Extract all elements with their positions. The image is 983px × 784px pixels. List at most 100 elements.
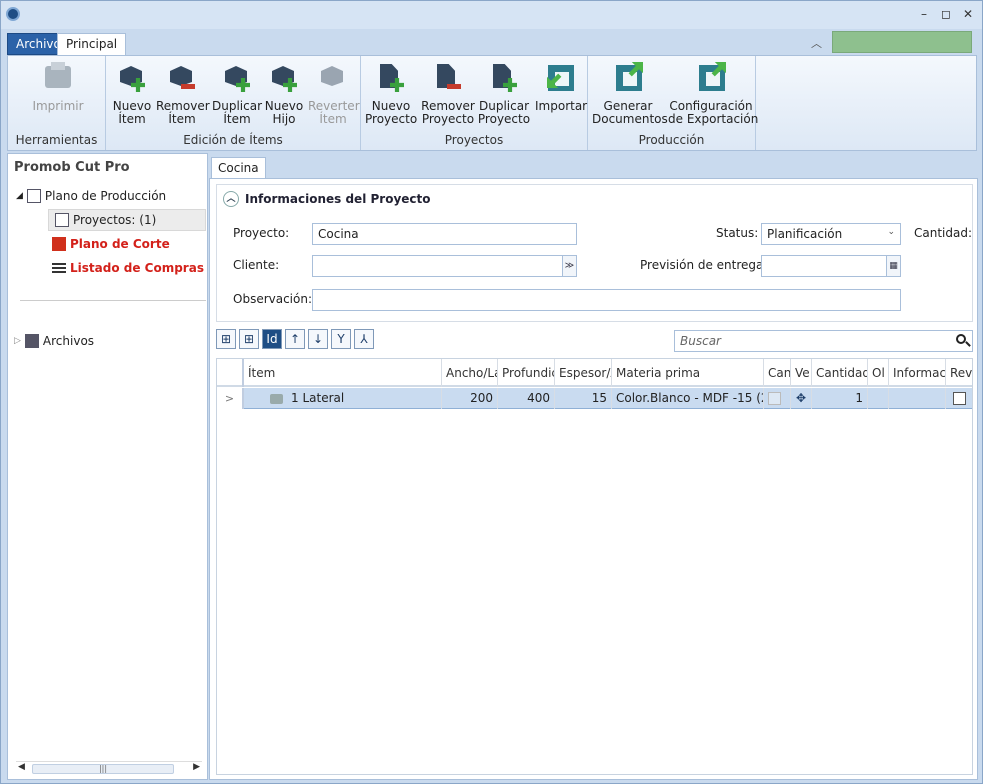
new-item-button[interactable]: Nuevo Ítem [110, 62, 154, 126]
cell-item[interactable]: 1 Lateral [244, 388, 442, 409]
cell-rev[interactable] [946, 388, 972, 409]
col-materia-prima[interactable]: Materia prima [612, 359, 764, 387]
new-child-icon [269, 62, 299, 94]
status-label: Status: [716, 226, 759, 240]
proyecto-input[interactable]: Cocina [312, 223, 577, 245]
close-button[interactable]: ✕ [962, 7, 974, 21]
main-content: ︿ Informaciones del Proyecto Proyecto: C… [209, 178, 978, 780]
duplicate-project-icon [489, 62, 519, 94]
app-window: – ◻ ✕ Archivo Principal ︿ Imprimir Herra… [0, 0, 983, 784]
observacion-input[interactable] [312, 289, 901, 311]
cantidad-label: Cantidad: [914, 226, 973, 240]
col-informacion[interactable]: Informaci [889, 359, 946, 387]
duplicate-project-button[interactable]: Duplicar Proyecto [477, 62, 531, 126]
ribbon-tabs: Archivo Principal ︿ [1, 31, 982, 55]
col-cantidad[interactable]: Cantidad [812, 359, 868, 387]
remove-item-button[interactable]: Remover Ítem [156, 62, 210, 126]
chevron-down-icon[interactable]: ⌄ [887, 227, 895, 237]
move-down-icon[interactable]: ↓ [308, 329, 328, 349]
group-proyectos: Nuevo Proyecto Remover Proyecto Duplicar… [361, 56, 588, 150]
collapse-section-icon[interactable]: ︿ [223, 191, 239, 207]
calendar-icon[interactable]: ▦ [886, 256, 900, 276]
revert-item-icon [318, 62, 348, 94]
tree-item-archivos[interactable]: ▷ Archivos [14, 331, 94, 351]
id-toggle-icon[interactable]: Id [262, 329, 282, 349]
new-project-button[interactable]: Nuevo Proyecto [365, 62, 417, 126]
table-row[interactable]: > 1 Lateral 200 400 15 Color.Blanco - MD… [217, 388, 972, 409]
col-ve[interactable]: Ve [791, 359, 812, 387]
tree-collapsed-icon[interactable]: ▷ [14, 336, 21, 346]
remove-project-button[interactable]: Remover Proyecto [421, 62, 475, 126]
scrollbar-thumb[interactable]: ||| [32, 764, 174, 774]
project-info-header[interactable]: ︿ Informaciones del Proyecto [223, 191, 431, 207]
rev-checkbox[interactable] [952, 392, 966, 405]
split-icon[interactable]: ⅄ [354, 329, 374, 349]
tree-item-plano-corte[interactable]: Plano de Corte [52, 234, 170, 254]
print-button[interactable]: Imprimir [30, 62, 86, 113]
cliente-input[interactable]: ≫ [312, 255, 577, 277]
new-item-icon [117, 62, 147, 94]
search-input[interactable]: Buscar [674, 330, 973, 352]
add-row-icon[interactable]: ⊞ [239, 329, 259, 349]
group-herramientas: Imprimir Herramientas [8, 56, 106, 150]
left-panel: Promob Cut Pro ◢ Plano de Producción Pro… [7, 153, 208, 780]
tree-item-listado-compras[interactable]: Listado de Compras [52, 258, 204, 278]
tab-principal[interactable]: Principal [57, 33, 126, 55]
col-item[interactable]: Ítem [244, 359, 442, 387]
col-profundidad[interactable]: Profundic [498, 359, 555, 387]
cell-ve[interactable]: ✥ [791, 388, 812, 409]
revert-item-button[interactable]: Reverter Ítem [308, 62, 360, 126]
cell-materia-prima[interactable]: Color.Blanco - MDF -15 (27 [612, 388, 764, 409]
collapse-ribbon-icon[interactable]: ︿ [811, 35, 822, 51]
cell-cantidad[interactable]: 1 [812, 388, 868, 409]
proyecto-label: Proyecto: [233, 226, 290, 240]
project-info-section: ︿ Informaciones del Proyecto Proyecto: C… [216, 184, 973, 322]
tab-cocina[interactable]: Cocina [211, 157, 266, 179]
cell-espesor[interactable]: 15 [555, 388, 612, 409]
maximize-button[interactable]: ◻ [940, 7, 952, 21]
grid-toolbar: ⊞ ⊞ Id ↑ ↓ Y ⅄ [216, 329, 374, 349]
tree-expand-icon[interactable]: ◢ [16, 191, 23, 201]
cliente-dropdown-icon[interactable]: ≫ [562, 256, 576, 276]
can-checkbox[interactable] [768, 392, 781, 405]
col-rev[interactable]: Rev [946, 359, 972, 387]
horizontal-scrollbar[interactable]: ◀ ||| ▶ [16, 761, 202, 775]
group-produccion: Generar Documentos Configuración de Expo… [588, 56, 758, 150]
export-config-button[interactable]: Configuración de Exportación [668, 62, 758, 126]
col-espesor[interactable]: Espesor/A [555, 359, 612, 387]
col-ancho[interactable]: Ancho/La [442, 359, 498, 387]
documents-icon [26, 189, 41, 203]
cell-ancho[interactable]: 200 [442, 388, 498, 409]
move-up-icon[interactable]: ↑ [285, 329, 305, 349]
import-button[interactable]: Importar [535, 62, 587, 113]
scroll-left-icon[interactable]: ◀ [18, 762, 25, 772]
status-select[interactable]: Planificación ⌄ [761, 223, 901, 245]
merge-icon[interactable]: Y [331, 329, 351, 349]
row-indicator-icon[interactable]: > [217, 388, 244, 409]
window-controls: – ◻ ✕ [918, 7, 974, 21]
app-logo-icon[interactable] [6, 7, 20, 21]
duplicate-item-button[interactable]: Duplicar Ítem [212, 62, 262, 126]
minimize-button[interactable]: – [918, 7, 930, 21]
scroll-right-icon[interactable]: ▶ [193, 762, 200, 772]
expand-all-icon[interactable]: ⊞ [216, 329, 236, 349]
generate-documents-button[interactable]: Generar Documentos [592, 62, 668, 126]
cell-informacion[interactable] [889, 388, 946, 409]
col-ol[interactable]: Ol [868, 359, 889, 387]
cell-can[interactable] [764, 388, 791, 409]
tree-separator [20, 300, 206, 301]
search-icon[interactable] [956, 334, 966, 344]
move-icon[interactable]: ✥ [796, 391, 806, 405]
new-child-button[interactable]: Nuevo Hijo [264, 62, 304, 126]
prevision-date-input[interactable]: ▦ [761, 255, 901, 277]
cell-ol[interactable] [868, 388, 889, 409]
document-icon [55, 213, 69, 227]
tree-item-plano-produccion[interactable]: ◢ Plano de Producción [16, 186, 166, 206]
group-label-edicion-items: Edición de Ítems [183, 133, 283, 147]
group-label-herramientas: Herramientas [15, 133, 98, 147]
col-can[interactable]: Can [764, 359, 791, 387]
tree-item-proyectos[interactable]: Proyectos: (1) [48, 209, 206, 231]
ribbon: Imprimir Herramientas Nuevo Ítem Remover… [7, 55, 977, 151]
user-box[interactable] [832, 31, 972, 53]
cell-profundidad[interactable]: 400 [498, 388, 555, 409]
